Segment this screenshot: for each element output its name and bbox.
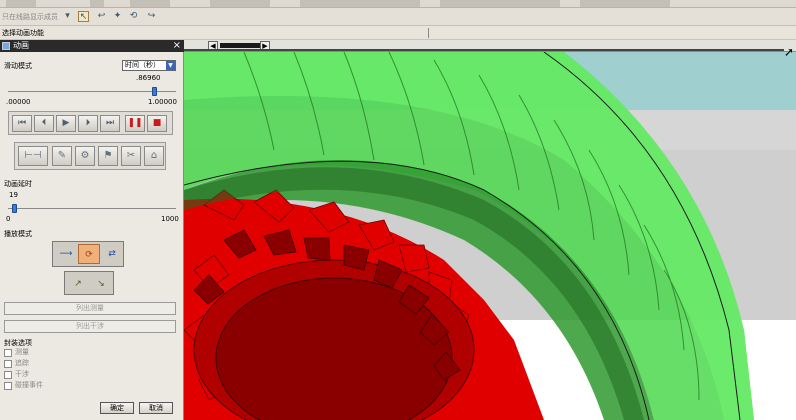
playback-controls: ⏮ ⏴ ▶ ⏵ ⏭ ❚❚ ■	[8, 111, 173, 135]
toolbar-icon[interactable]	[90, 0, 104, 7]
animation-icon	[2, 42, 10, 50]
selection-filter-text[interactable]: 只在线路显示成员	[2, 11, 62, 23]
delay-label: 动画延时	[4, 180, 32, 188]
deselect-icon[interactable]: ✦	[112, 11, 123, 22]
option-label-interference: 干涉	[15, 370, 29, 378]
motion-mode-select[interactable]: 时间（秒） ▼	[122, 60, 176, 71]
time-min: .00000	[6, 98, 31, 106]
time-slider-track[interactable]	[8, 91, 176, 92]
dialog-title: 动画	[13, 41, 29, 50]
select-animation-function-label: 选择动画功能	[2, 29, 44, 37]
stop-icon[interactable]: ■	[147, 115, 167, 132]
redo-icon[interactable]: ↪	[146, 11, 157, 22]
delay-max: 1000	[161, 215, 179, 223]
step-forward-icon[interactable]: ⏵	[78, 115, 98, 132]
play-mode-label: 播放模式	[4, 230, 32, 238]
animation-dialog: 动画 × 滑动模式 时间（秒） ▼ .86960 .00000 1.00000 …	[0, 40, 184, 420]
fast-forward-icon[interactable]: ⏭	[100, 115, 120, 132]
tool-buttons: ⊢⊣ ✎ ⚙ ⚑ ✂ ⌂	[14, 142, 166, 170]
toolbar-icon-group[interactable]	[210, 0, 270, 7]
dialog-titlebar[interactable]: 动画 ×	[0, 40, 184, 52]
interference-icon[interactable]: ⚙	[75, 146, 95, 166]
play-direction-group: ↗ ↘	[64, 271, 114, 295]
sensor-icon[interactable]: ✂	[121, 146, 141, 166]
time-slider-thumb[interactable]	[151, 87, 157, 96]
marker-icon[interactable]: ⚑	[98, 146, 118, 166]
option-checkbox-collision[interactable]	[4, 382, 12, 390]
reverse-icon[interactable]: ⇄	[101, 244, 123, 264]
motion-mode-label: 滑动模式	[4, 62, 32, 70]
export-icon[interactable]: ⌂	[144, 146, 164, 166]
delay-value: 19	[9, 191, 18, 199]
step-back-icon[interactable]: ⏴	[34, 115, 54, 132]
motion-mode-value: 时间（秒）	[125, 61, 160, 69]
gear-assembly-render	[184, 40, 796, 420]
option-label-collision: 碰撞事件	[15, 381, 43, 389]
selection-toolbar: 只在线路显示成员 ▾ ↖ ↩ ✦ ⟲ ↪	[0, 8, 796, 26]
play-mode-group: ⟶ ⟳ ⇄	[52, 241, 124, 267]
option-checkbox-interference[interactable]	[4, 371, 12, 379]
delay-min: 0	[6, 215, 11, 223]
loop-icon[interactable]: ⟳	[78, 244, 100, 264]
close-icon[interactable]: ×	[173, 40, 181, 52]
delay-slider-track[interactable]	[8, 208, 176, 209]
toolbar-icon-group[interactable]	[130, 0, 170, 7]
toolbar-icon-group[interactable]	[300, 0, 420, 7]
play-icon[interactable]: ▶	[56, 115, 76, 132]
pause-icon[interactable]: ❚❚	[125, 115, 145, 132]
undo-icon[interactable]: ↩	[96, 11, 107, 22]
selection-mode-icon[interactable]: ↖	[78, 11, 89, 22]
rewind-to-start-icon[interactable]: ⏮	[12, 115, 32, 132]
option-checkbox-trace[interactable]	[4, 360, 12, 368]
scroll-track	[184, 49, 784, 51]
option-label-measure: 测量	[15, 348, 29, 356]
graphics-viewport[interactable]	[184, 40, 796, 420]
backward-arc-icon[interactable]: ↘	[90, 274, 112, 294]
trace-icon[interactable]: ✎	[52, 146, 72, 166]
top-toolbar-strip	[0, 0, 796, 8]
rotate-icon[interactable]: ⟲	[128, 11, 139, 22]
time-value: .86960	[136, 74, 161, 82]
chevron-down-icon[interactable]: ▼	[166, 61, 175, 70]
toolbar-icon-group[interactable]	[440, 0, 560, 7]
toolbar-icon-group[interactable]	[580, 0, 670, 7]
option-label-trace: 追踪	[15, 359, 29, 367]
list-interference-button[interactable]: 列出干涉	[4, 320, 176, 333]
cancel-button[interactable]: 取消	[139, 402, 173, 414]
forward-arc-icon[interactable]: ↗	[67, 274, 89, 294]
mouse-cursor-icon: ➚	[784, 45, 795, 59]
option-checkbox-measure[interactable]	[4, 349, 12, 357]
function-toolbar: 选择动画功能	[0, 26, 796, 40]
scroll-thumb[interactable]	[220, 43, 260, 48]
delay-slider-thumb[interactable]	[11, 204, 17, 213]
measure-icon[interactable]: ⊢⊣	[18, 146, 48, 166]
viewport-scrollbar[interactable]: ◀ ▶	[184, 40, 796, 52]
toolbar-divider	[428, 28, 429, 38]
toolbar-icon-group[interactable]	[6, 0, 36, 7]
options-label: 封装选项	[4, 339, 32, 347]
time-max: 1.00000	[148, 98, 177, 106]
ok-button[interactable]: 确定	[100, 402, 134, 414]
dropdown-icon[interactable]: ▾	[62, 11, 73, 22]
play-once-icon[interactable]: ⟶	[55, 244, 77, 264]
list-measurements-button[interactable]: 列出测量	[4, 302, 176, 315]
